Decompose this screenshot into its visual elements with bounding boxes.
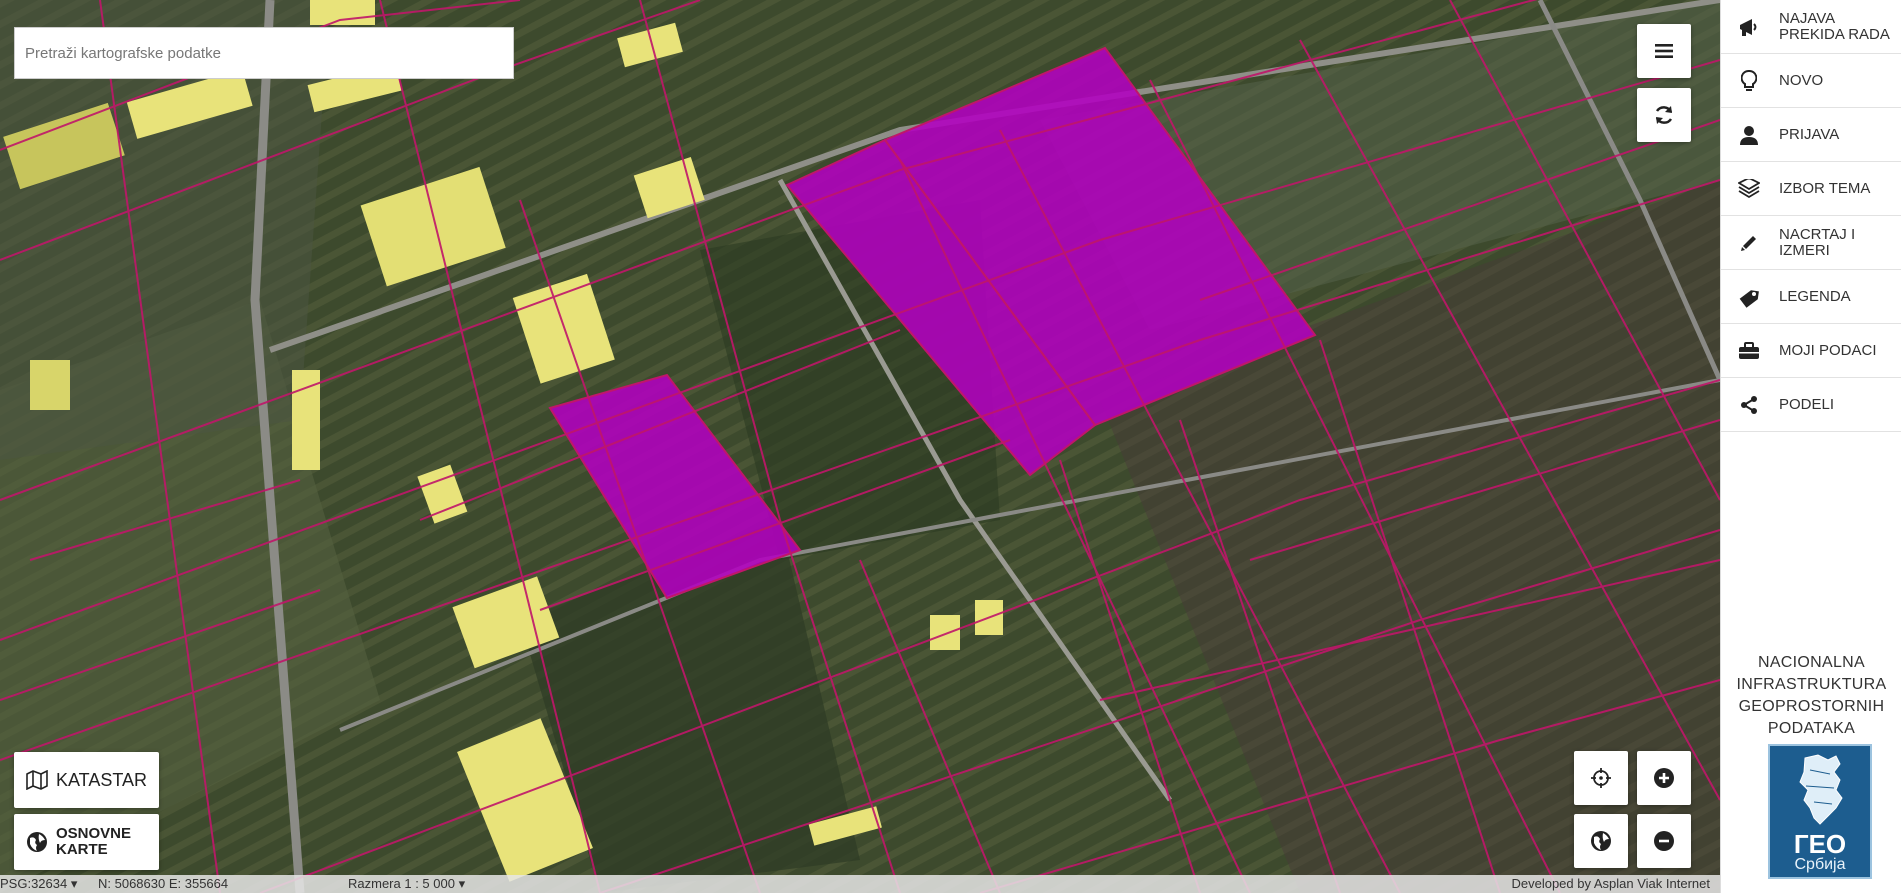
katastar-label: KATASTAR	[55, 769, 147, 790]
zoom-out-button[interactable]	[1637, 814, 1691, 868]
map-view[interactable]: KATASTAR OSNOVNE KARTE PSG:32634 ▾ N: 50…	[0, 0, 1720, 893]
sidebar-item-izbor-tema[interactable]: IZBOR TEMA	[1721, 162, 1901, 216]
sidebar-item-najava[interactable]: NAJAVA PREKIDA RADA	[1721, 0, 1901, 54]
crs-dropdown-icon: ▾	[70, 876, 78, 891]
search-input[interactable]	[15, 28, 513, 78]
sidebar-item-prijava[interactable]: PRIJAVA	[1721, 108, 1901, 162]
crosshair-icon	[1591, 768, 1611, 788]
sidebar-item-podeli[interactable]: PODELI	[1721, 378, 1901, 432]
sidebar-item-legenda[interactable]: LEGENDA	[1721, 270, 1901, 324]
sidebar-item-label: MOJI PODACI	[1779, 341, 1877, 359]
megaphone-icon	[1737, 15, 1761, 39]
menu-button[interactable]	[1637, 24, 1691, 78]
search-box[interactable]	[14, 27, 514, 79]
plus-icon	[1654, 768, 1674, 788]
sidebar-item-novo[interactable]: NOVO	[1721, 54, 1901, 108]
sidebar-item-label: PRIJAVA	[1779, 125, 1840, 143]
briefcase-icon	[1737, 339, 1761, 363]
minus-icon	[1654, 831, 1674, 851]
share-icon	[1737, 393, 1761, 417]
serbia-map-icon	[1799, 754, 1843, 825]
basemap-globe-icon	[27, 832, 47, 852]
sidebar-item-nacrtaj[interactable]: NACRTAJ I IZMERI	[1721, 216, 1901, 270]
osnovne-karte-button[interactable]: OSNOVNE KARTE	[14, 814, 159, 870]
geosrbija-logo[interactable]: ГЕО Србија	[1768, 744, 1872, 879]
map-icon	[26, 770, 48, 790]
refresh-icon	[1655, 106, 1673, 124]
nidp-caption: NACIONALNA INFRASTRUKTURA GEOPROSTORNIH …	[1736, 654, 1887, 737]
sidebar-item-label: PODELI	[1779, 395, 1835, 413]
globe-button[interactable]	[1574, 814, 1628, 868]
sidebar-item-label: NOVO	[1779, 71, 1824, 89]
status-bar: PSG:32634 ▾ N: 5068630 E: 355664 Razmera…	[0, 875, 1720, 893]
sidebar-item-label: NAJAVA PREKIDA RADA	[1779, 9, 1890, 43]
hamburger-icon	[1655, 44, 1673, 58]
refresh-button[interactable]	[1637, 88, 1691, 142]
satellite-imagery	[0, 0, 1720, 893]
sidebar-item-label: NACRTAJ I IZMERI	[1779, 225, 1856, 259]
locate-button[interactable]	[1574, 751, 1628, 805]
sidebar-item-label: IZBOR TEMA	[1779, 179, 1871, 197]
tag-icon	[1737, 285, 1761, 309]
katastar-button[interactable]: KATASTAR	[14, 752, 159, 808]
crs-select[interactable]: PSG:32634 ▾	[0, 876, 77, 892]
scale-dropdown-icon: ▾	[458, 876, 466, 891]
scale-value: Razmera 1 : 5 000	[348, 876, 455, 891]
zoom-in-button[interactable]	[1637, 751, 1691, 805]
pencil-icon	[1737, 231, 1761, 255]
sidebar-item-label: LEGENDA	[1779, 287, 1851, 305]
layers-icon	[1737, 177, 1761, 201]
sidebar: NAJAVA PREKIDA RADA NOVO PRIJAVA IZBOR T…	[1720, 0, 1901, 893]
lightbulb-icon	[1737, 69, 1761, 93]
crs-value: PSG:32634	[0, 876, 68, 891]
user-icon	[1737, 123, 1761, 147]
scale-select[interactable]: Razmera 1 : 5 000 ▾	[348, 876, 465, 892]
logo-subtitle: Србија	[1794, 856, 1846, 873]
developer-credit[interactable]: Developed by Asplan Viak Internet	[1511, 876, 1710, 891]
sidebar-item-moji-podaci[interactable]: MOJI PODACI	[1721, 324, 1901, 378]
coordinates-readout: N: 5068630 E: 355664	[98, 876, 229, 891]
osnovne-karte-label: OSNOVNE KARTE	[56, 825, 132, 858]
globe-icon	[1591, 831, 1611, 851]
